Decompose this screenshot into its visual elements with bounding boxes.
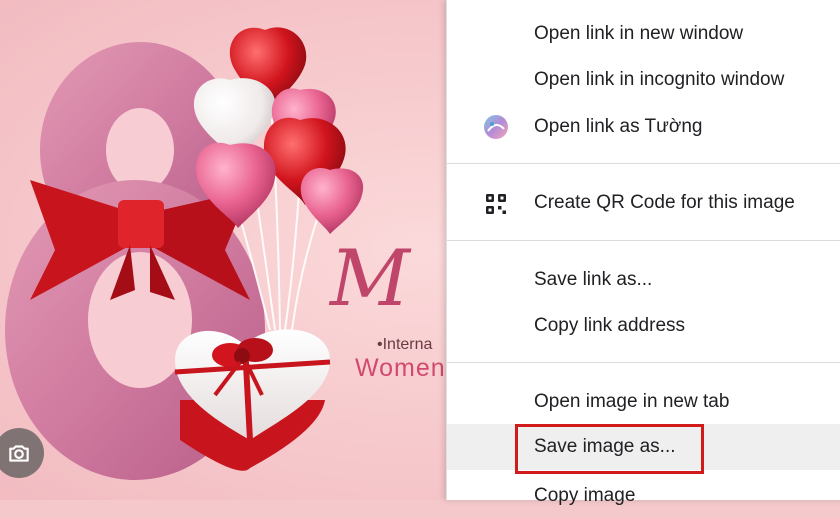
profile-avatar-icon — [483, 114, 509, 140]
poster-subtitle-fragment: •Interna — [377, 336, 433, 353]
menu-item-label: Open link in new window — [534, 23, 744, 44]
menu-item-label: Save link as... — [534, 269, 653, 290]
menu-item-label: Open link in incognito window — [534, 69, 785, 90]
highlight-annotation-box — [515, 424, 704, 474]
menu-item-open-link-as-profile[interactable]: Open link as Tường — [447, 104, 840, 150]
poster-title-fragment: M — [330, 234, 410, 324]
menu-item-copy-image[interactable]: Copy image — [447, 473, 840, 519]
menu-item-label: Copy image — [534, 485, 636, 506]
menu-separator — [447, 362, 840, 363]
menu-item-open-image-new-tab[interactable]: Open image in new tab — [447, 379, 840, 425]
menu-item-label: Copy link address — [534, 315, 686, 336]
qr-code-icon — [483, 191, 509, 217]
menu-item-open-link-new-window[interactable]: Open link in new window — [447, 11, 840, 57]
menu-item-label: Open image in new tab — [534, 391, 730, 412]
menu-item-label: Create QR Code for this image — [534, 192, 795, 213]
menu-item-label: Open link as Tường — [534, 116, 703, 137]
menu-item-create-qr-code[interactable]: Create QR Code for this image — [447, 180, 840, 226]
menu-item-save-link-as[interactable]: Save link as... — [447, 257, 840, 303]
menu-item-copy-link-address[interactable]: Copy link address — [447, 303, 840, 349]
poster-women-fragment: Women — [355, 354, 446, 382]
menu-separator — [447, 163, 840, 164]
camera-icon — [9, 445, 29, 462]
menu-separator — [447, 240, 840, 241]
menu-item-open-link-incognito[interactable]: Open link in incognito window — [447, 57, 840, 103]
